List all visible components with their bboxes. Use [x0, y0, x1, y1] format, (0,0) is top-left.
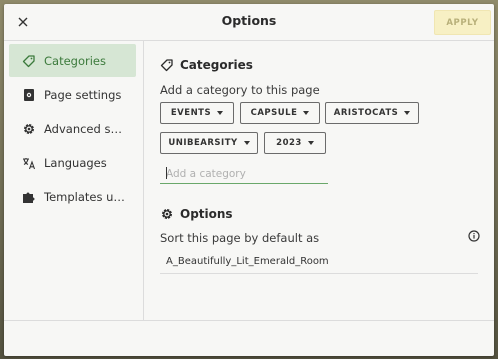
- category-chip-unibearsity[interactable]: UNIBEARSITY: [160, 132, 258, 154]
- options-title-text: Options: [180, 207, 233, 221]
- puzzle-icon: [22, 190, 36, 204]
- tag-icon: [160, 59, 173, 72]
- dialog-footer: [4, 320, 494, 356]
- options-content: Categories Add a category to this page E…: [144, 41, 494, 320]
- sidebar-item-label: Categories: [44, 53, 106, 68]
- translate-icon: [22, 156, 36, 170]
- sidebar-item-label: Templates used: [44, 189, 126, 204]
- dialog-header: Options APPLY: [4, 4, 494, 41]
- chevron-down-icon: [307, 141, 314, 145]
- chip-label: CAPSULE: [250, 108, 298, 118]
- sidebar-item-categories[interactable]: Categories: [9, 44, 136, 77]
- text-cursor: [166, 167, 167, 179]
- sort-key-field[interactable]: A_Beautifully_Lit_Emerald_Room: [160, 250, 478, 274]
- chevron-down-icon: [217, 111, 224, 115]
- sidebar-item-label: Page settings: [44, 87, 122, 102]
- info-icon[interactable]: [468, 227, 480, 246]
- categories-section-title: Categories: [160, 58, 253, 72]
- gear-icon: [162, 209, 172, 219]
- dialog-title: Options: [221, 13, 277, 28]
- sidebar-item-label: Advanced settings: [44, 121, 126, 136]
- category-chip-events[interactable]: EVENTS: [160, 102, 234, 124]
- chevron-down-icon: [303, 111, 310, 115]
- gear-icon: [22, 122, 36, 136]
- tag-icon: [22, 54, 36, 68]
- sidebar-item-languages[interactable]: Languages: [9, 146, 136, 179]
- apply-button[interactable]: APPLY: [434, 10, 491, 35]
- categories-title-text: Categories: [180, 58, 253, 72]
- chip-label: 2023: [276, 138, 302, 148]
- options-sidebar: Categories Page settings Advanced settin…: [4, 41, 144, 320]
- sort-label: Sort this page by default as: [160, 231, 320, 245]
- chip-label: ARISTOCATS: [333, 108, 399, 118]
- page-settings-icon: [22, 88, 36, 102]
- sidebar-item-page-settings[interactable]: Page settings: [9, 78, 136, 111]
- category-chip-capsule[interactable]: CAPSULE: [240, 102, 320, 124]
- sidebar-item-label: Languages: [44, 155, 107, 170]
- sidebar-item-templates-used[interactable]: Templates used: [9, 180, 136, 213]
- add-category-input[interactable]: [160, 164, 328, 184]
- sidebar-item-advanced-settings[interactable]: Advanced settings: [9, 112, 136, 145]
- category-chip-aristocats[interactable]: ARISTOCATS: [325, 102, 419, 124]
- categories-subtitle: Add a category to this page: [160, 83, 320, 97]
- chip-label: UNIBEARSITY: [168, 138, 238, 148]
- chevron-down-icon: [243, 141, 250, 145]
- options-section-title: Options: [160, 207, 233, 221]
- chip-label: EVENTS: [170, 108, 212, 118]
- options-dialog: Options APPLY Categories Page settings A…: [4, 4, 494, 356]
- category-chip-2023[interactable]: 2023: [264, 132, 326, 154]
- chevron-down-icon: [404, 111, 411, 115]
